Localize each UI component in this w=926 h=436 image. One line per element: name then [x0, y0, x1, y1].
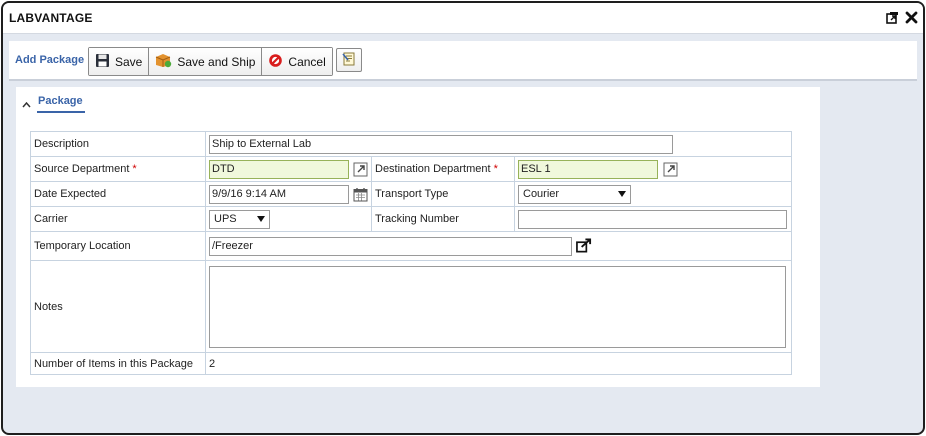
required-marker: * — [493, 163, 498, 175]
package-panel: Package Description Source Department* — [16, 87, 820, 387]
tab-package-label: Package — [37, 95, 85, 113]
cancel-icon — [268, 53, 283, 71]
destination-department-label-cell: Destination Department * — [371, 156, 515, 182]
form-row: Source Department* Destination Departmen… — [30, 156, 792, 182]
notes-textarea[interactable] — [209, 265, 786, 348]
date-expected-cell — [205, 181, 372, 207]
notes-button[interactable] — [336, 48, 362, 72]
notepad-icon — [341, 51, 357, 70]
dropdown-arrow-icon — [618, 188, 626, 200]
save-button-label: Save — [115, 54, 143, 69]
open-link-icon[interactable] — [576, 238, 592, 254]
temporary-location-input[interactable] — [209, 236, 572, 256]
transport-type-select[interactable]: Courier — [518, 184, 631, 204]
date-expected-label: Date Expected — [30, 181, 206, 207]
carrier-select[interactable]: UPS — [209, 209, 270, 229]
cancel-button[interactable]: Cancel — [262, 48, 332, 75]
temporary-location-label: Temporary Location — [30, 231, 206, 261]
calendar-icon[interactable] — [353, 186, 368, 202]
form-row: Carrier UPS Tracking Number — [30, 206, 792, 232]
num-items-label: Number of Items in this Package — [30, 352, 206, 375]
open-link-icon[interactable] — [353, 161, 368, 177]
carrier-value: UPS — [214, 213, 237, 225]
source-department-group — [209, 159, 368, 179]
toolbar-title: Add Package — [15, 54, 85, 66]
form-row: Temporary Location — [30, 231, 792, 261]
notes-cell — [205, 260, 792, 353]
restore-window-icon[interactable] — [884, 9, 900, 25]
tracking-number-label: Tracking Number — [371, 206, 515, 232]
description-cell — [205, 131, 792, 157]
temporary-location-group — [209, 236, 788, 256]
title-bar: LABVANTAGE — [3, 3, 923, 34]
notes-label: Notes — [30, 260, 206, 353]
transport-type-cell: Courier — [514, 181, 792, 207]
save-disk-icon — [95, 53, 110, 71]
tracking-number-cell — [514, 206, 792, 232]
form-row: Description — [30, 131, 792, 157]
toolbar: Add Package Save Save and Ship Cancel — [9, 41, 917, 81]
tab-package[interactable]: Package — [22, 93, 85, 115]
window-controls — [884, 9, 919, 25]
form-row: Date Expected Transport Type Courier — [30, 181, 792, 207]
save-and-ship-button[interactable]: Save and Ship — [149, 48, 263, 75]
carrier-cell: UPS — [205, 206, 372, 232]
close-icon[interactable] — [903, 9, 919, 25]
description-label: Description — [30, 131, 206, 157]
destination-department-group — [518, 159, 788, 179]
source-department-label: Source Department — [34, 163, 130, 175]
destination-department-input[interactable] — [518, 159, 658, 179]
form-row: Number of Items in this Package 2 — [30, 352, 792, 375]
num-items-value: 2 — [205, 352, 792, 375]
carrier-label: Carrier — [30, 206, 206, 232]
destination-department-label: Destination Department — [375, 163, 491, 175]
temporary-location-cell — [205, 231, 792, 261]
transport-type-label: Transport Type — [371, 181, 515, 207]
app-window: LABVANTAGE Add Package Save Save and Shi… — [1, 1, 925, 435]
transport-type-value: Courier — [523, 188, 560, 200]
open-link-icon[interactable] — [662, 161, 678, 177]
source-department-cell — [205, 156, 372, 182]
date-expected-input[interactable] — [209, 184, 349, 204]
destination-department-cell — [514, 156, 792, 182]
source-department-input[interactable] — [209, 159, 349, 179]
form-row: Notes — [30, 260, 792, 353]
tracking-number-input[interactable] — [518, 209, 787, 229]
date-expected-group — [209, 184, 368, 204]
source-department-label-cell: Source Department * — [30, 156, 206, 182]
window-title: LABVANTAGE — [9, 11, 93, 25]
required-marker: * — [132, 163, 137, 175]
dropdown-arrow-icon — [257, 213, 265, 225]
chevron-up-icon — [22, 97, 31, 111]
description-input[interactable] — [209, 134, 673, 154]
save-and-ship-label: Save and Ship — [177, 54, 256, 69]
cancel-button-label: Cancel — [288, 54, 326, 69]
box-ship-icon — [155, 52, 172, 71]
toolbar-button-group: Save Save and Ship Cancel — [88, 47, 333, 76]
save-button[interactable]: Save — [89, 48, 150, 75]
package-form: Description Source Department* Destinati… — [30, 131, 792, 375]
